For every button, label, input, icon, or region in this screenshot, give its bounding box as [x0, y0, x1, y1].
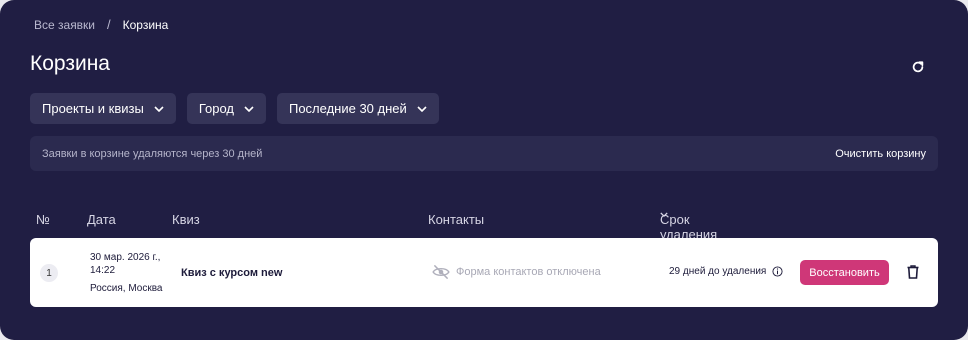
- filter-period[interactable]: Последние 30 дней: [276, 93, 439, 124]
- row-deadline-text: 29 дней до удаления: [669, 266, 767, 277]
- filter-projects-label: Проекты и квизы: [42, 101, 144, 116]
- row-contacts: Форма контактов отключена: [432, 265, 601, 279]
- row-contacts-text: Форма контактов отключена: [456, 266, 601, 278]
- trash-info-text: Заявки в корзине удаляются через 30 дней: [42, 147, 263, 160]
- row-date: 30 мар. 2026 г., 14:22: [90, 252, 161, 276]
- breadcrumb-current: Корзина: [122, 17, 169, 32]
- filter-city-label: Город: [198, 101, 234, 116]
- breadcrumb-separator: /: [107, 17, 111, 32]
- info-icon[interactable]: [772, 266, 783, 277]
- delete-button[interactable]: [904, 263, 922, 281]
- refresh-button[interactable]: [906, 55, 930, 79]
- filter-city[interactable]: Город: [186, 93, 266, 124]
- breadcrumb: Все заявки / Корзина: [34, 17, 168, 32]
- filters-bar: Проекты и квизы Город Последние 30 дней: [30, 93, 439, 124]
- row-city: Россия, Москва: [90, 283, 163, 294]
- chevron-down-icon: [417, 105, 427, 112]
- page-title: Корзина: [30, 52, 110, 75]
- clear-trash-button[interactable]: Очистить корзину: [835, 148, 926, 160]
- breadcrumb-all-requests[interactable]: Все заявки: [34, 18, 95, 32]
- column-date: Дата: [87, 212, 116, 227]
- filter-projects[interactable]: Проекты и квизы: [30, 93, 176, 124]
- refresh-icon: [912, 61, 924, 73]
- column-deadline-sort[interactable]: Срок удаления: [660, 212, 717, 242]
- table-header: № Дата Квиз Контакты Срок удаления: [0, 212, 968, 242]
- row-number: 1: [40, 264, 58, 282]
- chevron-down-icon: [154, 105, 164, 112]
- row-deadline: 29 дней до удаления: [669, 266, 783, 277]
- eye-off-icon: [432, 265, 450, 279]
- trash-icon: [907, 265, 919, 279]
- trash-info-bar: Заявки в корзине удаляются через 30 дней…: [30, 136, 938, 171]
- restore-button[interactable]: Восстановить: [800, 260, 889, 285]
- trash-page: Все заявки / Корзина Корзина Проекты и к…: [0, 0, 968, 340]
- column-num: №: [36, 212, 50, 227]
- row-quiz: Квиз с курсом new: [181, 267, 283, 279]
- column-quiz: Квиз: [172, 212, 200, 227]
- column-contacts: Контакты: [428, 212, 485, 227]
- table-row[interactable]: 1 30 мар. 2026 г., 14:22 Россия, Москва …: [30, 238, 938, 307]
- chevron-down-icon: [244, 105, 254, 112]
- filter-period-label: Последние 30 дней: [288, 101, 407, 116]
